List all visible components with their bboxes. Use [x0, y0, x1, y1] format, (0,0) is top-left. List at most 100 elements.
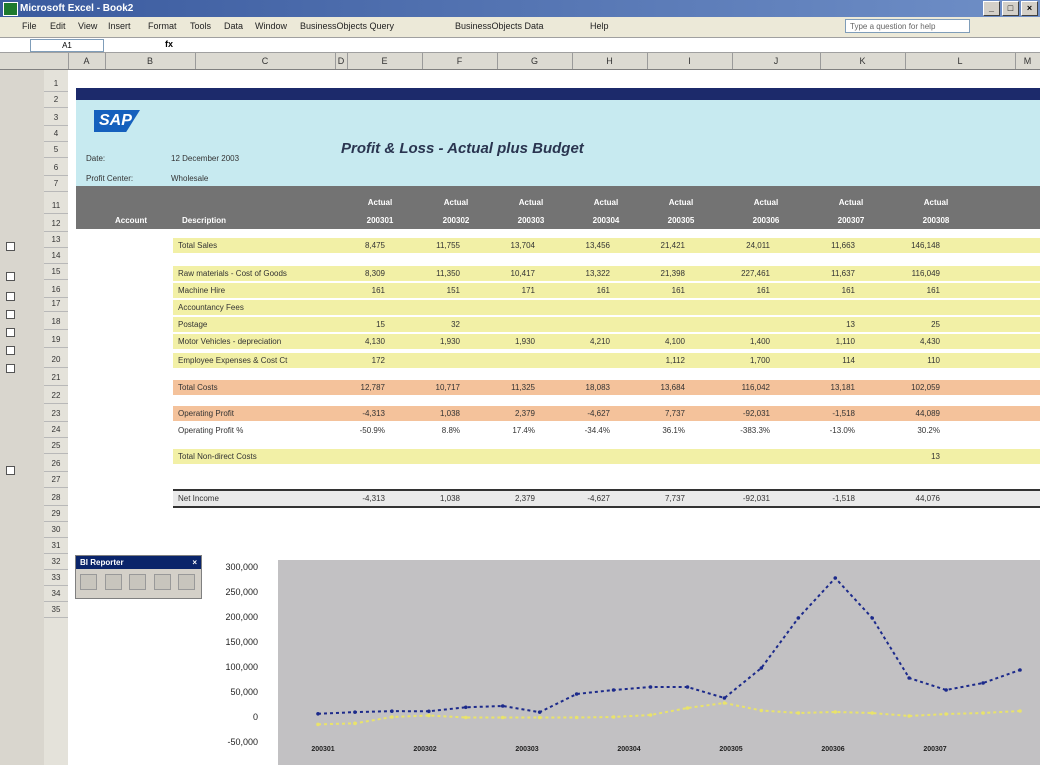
- col-header-m[interactable]: M: [1015, 53, 1040, 69]
- data-point[interactable]: [500, 704, 505, 708]
- cell-value[interactable]: 13,684: [633, 383, 685, 392]
- cell-value[interactable]: 13,181: [803, 383, 855, 392]
- cell-value[interactable]: 4,210: [558, 337, 610, 346]
- data-point[interactable]: [611, 715, 616, 719]
- data-point[interactable]: [427, 709, 431, 714]
- menu-window[interactable]: Window: [255, 21, 287, 31]
- col-header-b[interactable]: B: [105, 53, 196, 69]
- cell-value[interactable]: 25: [888, 320, 940, 329]
- cell-value[interactable]: 44,089: [888, 409, 940, 418]
- cell-value[interactable]: -4,313: [333, 409, 385, 418]
- line-chart[interactable]: 300,000 250,000 200,000 150,000 100,000 50,00…: [210, 555, 1040, 765]
- cell-value[interactable]: 161: [803, 286, 855, 295]
- col-header-c[interactable]: C: [195, 53, 336, 69]
- col-header-a[interactable]: A: [68, 53, 106, 69]
- cell-value[interactable]: 114: [803, 356, 855, 365]
- data-point[interactable]: [390, 709, 394, 713]
- cell-value[interactable]: 172: [333, 356, 385, 365]
- data-point[interactable]: [390, 715, 394, 719]
- cell-value[interactable]: 11,755: [408, 241, 460, 250]
- table-row[interactable]: Postage 15 32 13 25: [173, 317, 1040, 332]
- col-header-g[interactable]: G: [497, 53, 573, 69]
- cell-value[interactable]: 11,663: [803, 241, 855, 250]
- cell-value[interactable]: 17.4%: [483, 426, 535, 435]
- data-point[interactable]: [870, 711, 875, 715]
- row-header[interactable]: 26: [44, 456, 68, 472]
- data-point[interactable]: [537, 715, 542, 720]
- data-point[interactable]: [500, 715, 505, 720]
- col-header-l[interactable]: L: [905, 53, 1016, 69]
- data-point[interactable]: [759, 666, 764, 670]
- table-row[interactable]: Total Costs 12,787 10,717 11,325 18,083 13,68…: [173, 380, 1040, 395]
- row-header[interactable]: 6: [44, 160, 68, 176]
- maximize-button[interactable]: □: [1002, 1, 1019, 16]
- data-point[interactable]: [833, 576, 838, 580]
- row-header[interactable]: 24: [44, 422, 68, 438]
- table-row[interactable]: Operating Profit -4,313 1,038 2,379 -4,627 7,…: [173, 406, 1040, 421]
- cell-value[interactable]: 1,038: [408, 409, 460, 418]
- cell-value[interactable]: 13,704: [483, 241, 535, 250]
- cell-value[interactable]: 18,083: [558, 383, 610, 392]
- data-point[interactable]: [907, 676, 911, 680]
- table-row[interactable]: Raw materials - Cost of Goods 8,309 11,350…: [173, 266, 1040, 281]
- cell-value[interactable]: -92,031: [718, 409, 770, 418]
- cell-value[interactable]: -383.3%: [718, 426, 770, 435]
- row-header[interactable]: 1: [44, 76, 68, 92]
- cell-value[interactable]: -4,627: [558, 409, 610, 418]
- cell-value[interactable]: 4,100: [633, 337, 685, 346]
- minimize-button[interactable]: _: [983, 1, 1000, 16]
- select-all-corner[interactable]: [0, 53, 69, 69]
- toolbar-settings-icon[interactable]: [178, 574, 196, 590]
- cell-value[interactable]: 36.1%: [633, 426, 685, 435]
- outline-collapse-button[interactable]: [6, 346, 15, 355]
- cell-value[interactable]: 8,309: [333, 269, 385, 278]
- col-header-k[interactable]: K: [820, 53, 906, 69]
- row-header[interactable]: 3: [44, 110, 68, 126]
- cell-value[interactable]: 8.8%: [408, 426, 460, 435]
- row-header[interactable]: 22: [44, 388, 68, 404]
- row-header[interactable]: 4: [44, 126, 68, 142]
- row-header[interactable]: 18: [44, 314, 68, 330]
- help-search-input[interactable]: Type a question for help: [845, 19, 970, 33]
- row-header[interactable]: 17: [44, 296, 68, 312]
- cell-value[interactable]: 1,700: [718, 356, 770, 365]
- data-point[interactable]: [1018, 668, 1022, 672]
- menu-file[interactable]: File: [22, 21, 37, 31]
- cell-value[interactable]: 2,379: [483, 409, 535, 418]
- menu-edit[interactable]: Edit: [50, 21, 66, 31]
- cell-value[interactable]: 21,421: [633, 241, 685, 250]
- data-point[interactable]: [648, 685, 653, 689]
- toolbar-drill-icon[interactable]: [104, 574, 122, 590]
- cell-value[interactable]: 161: [888, 286, 940, 295]
- cell-value[interactable]: 15: [333, 320, 385, 329]
- cell-value[interactable]: -4,313: [333, 494, 385, 503]
- menu-data[interactable]: Data: [224, 21, 243, 31]
- cell-value[interactable]: 4,430: [888, 337, 940, 346]
- table-row[interactable]: Machine Hire 161 151 171 161 161 161 161 161: [173, 283, 1040, 298]
- series-line-0[interactable]: [317, 576, 1021, 715]
- data-point[interactable]: [574, 692, 579, 696]
- data-point[interactable]: [944, 688, 948, 692]
- cell-value[interactable]: 1,930: [408, 337, 460, 346]
- toolbar-filter-icon[interactable]: [129, 574, 147, 590]
- menu-help[interactable]: Help: [590, 21, 609, 31]
- cell-value[interactable]: 13: [803, 320, 855, 329]
- row-header[interactable]: 28: [44, 490, 68, 506]
- table-row[interactable]: Total Sales 8,475 11,755 13,704 13,456 21,421…: [173, 238, 1040, 253]
- data-point[interactable]: [870, 616, 875, 620]
- cell-value[interactable]: 116,042: [718, 383, 770, 392]
- table-row[interactable]: Net Income -4,313 1,038 2,379 -4,627 7,737 -92…: [173, 489, 1040, 508]
- col-header-f[interactable]: F: [422, 53, 498, 69]
- cell-value[interactable]: 151: [408, 286, 460, 295]
- row-header[interactable]: 20: [44, 352, 68, 368]
- row-header[interactable]: 30: [44, 522, 68, 538]
- cell-value[interactable]: 13: [888, 452, 940, 461]
- row-header[interactable]: 29: [44, 506, 68, 522]
- menu-format[interactable]: Format: [148, 21, 177, 31]
- data-point[interactable]: [685, 685, 690, 689]
- cell-value[interactable]: 21,398: [633, 269, 685, 278]
- data-point[interactable]: [353, 721, 357, 726]
- outline-collapse-button[interactable]: [6, 328, 15, 337]
- table-row[interactable]: Operating Profit % -50.9% 8.8% 17.4% -34.4% 3…: [173, 423, 1040, 438]
- cell-value[interactable]: 44,076: [888, 494, 940, 503]
